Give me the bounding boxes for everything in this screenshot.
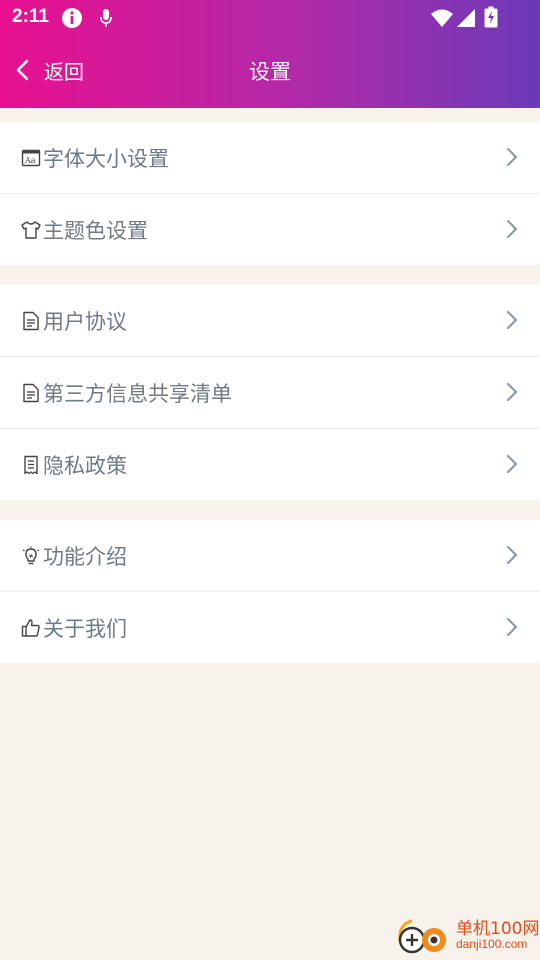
about-us-label: 关于我们 — [43, 616, 127, 641]
status-time: 2:11 — [12, 6, 49, 27]
chevron-right-icon — [507, 311, 517, 329]
wifi-icon — [431, 9, 453, 27]
chevron-right-icon — [507, 220, 517, 238]
info-icon — [62, 8, 82, 28]
chevron-right-icon — [507, 455, 517, 473]
battery-charging-icon — [484, 6, 498, 28]
privacy-policy-label: 隐私政策 — [43, 453, 127, 478]
user-agreement-item[interactable]: 用户协议 — [0, 285, 540, 357]
theme-color-settings-item[interactable]: 主题色设置 — [0, 194, 540, 265]
chevron-right-icon — [507, 148, 517, 166]
settings-group-legal: 用户协议 第三方信息共享清单 隐私政策 — [0, 285, 540, 500]
svg-text:Aa: Aa — [24, 156, 36, 165]
document-icon — [23, 383, 39, 402]
watermark-domain: danji100.com — [456, 937, 528, 951]
third-party-info-sharing-label: 第三方信息共享清单 — [43, 381, 232, 406]
page-title: 设置 — [249, 60, 291, 84]
theme-color-settings-label: 主题色设置 — [43, 218, 148, 243]
settings-group-display: Aa 字体大小设置 主题色设置 — [0, 122, 540, 265]
watermark-name: 单机100网 — [456, 919, 540, 939]
third-party-info-sharing-item[interactable]: 第三方信息共享清单 — [0, 357, 540, 429]
lightbulb-icon — [22, 546, 40, 564]
microphone-icon — [100, 9, 112, 27]
privacy-policy-item[interactable]: 隐私政策 — [0, 429, 540, 500]
feature-intro-item[interactable]: 功能介绍 — [0, 520, 540, 592]
font-size-icon: Aa — [21, 149, 41, 166]
tshirt-icon — [21, 220, 41, 239]
chevron-right-icon — [507, 618, 517, 636]
document-icon — [23, 311, 39, 330]
app-header: 2:11 返回 设置 — [0, 0, 540, 108]
settings-list: Aa 字体大小设置 主题色设置 用户协议 第三方信息共享清单 隐私政策 功能介绍… — [0, 122, 540, 683]
about-us-item[interactable]: 关于我们 — [0, 592, 540, 663]
chevron-right-icon — [507, 383, 517, 401]
chevron-right-icon — [507, 546, 517, 564]
font-size-settings-item[interactable]: Aa 字体大小设置 — [0, 122, 540, 194]
signal-icon — [457, 9, 475, 27]
font-size-settings-label: 字体大小设置 — [43, 146, 169, 171]
settings-group-about: 功能介绍 关于我们 — [0, 520, 540, 663]
thumbs-up-icon — [21, 618, 40, 637]
receipt-icon — [24, 455, 38, 474]
watermark: 单机100网 danji100.com — [390, 910, 540, 960]
watermark-logo-icon — [398, 919, 446, 954]
status-bar: 2:11 — [0, 0, 540, 36]
feature-intro-label: 功能介绍 — [43, 544, 127, 569]
user-agreement-label: 用户协议 — [43, 309, 127, 334]
